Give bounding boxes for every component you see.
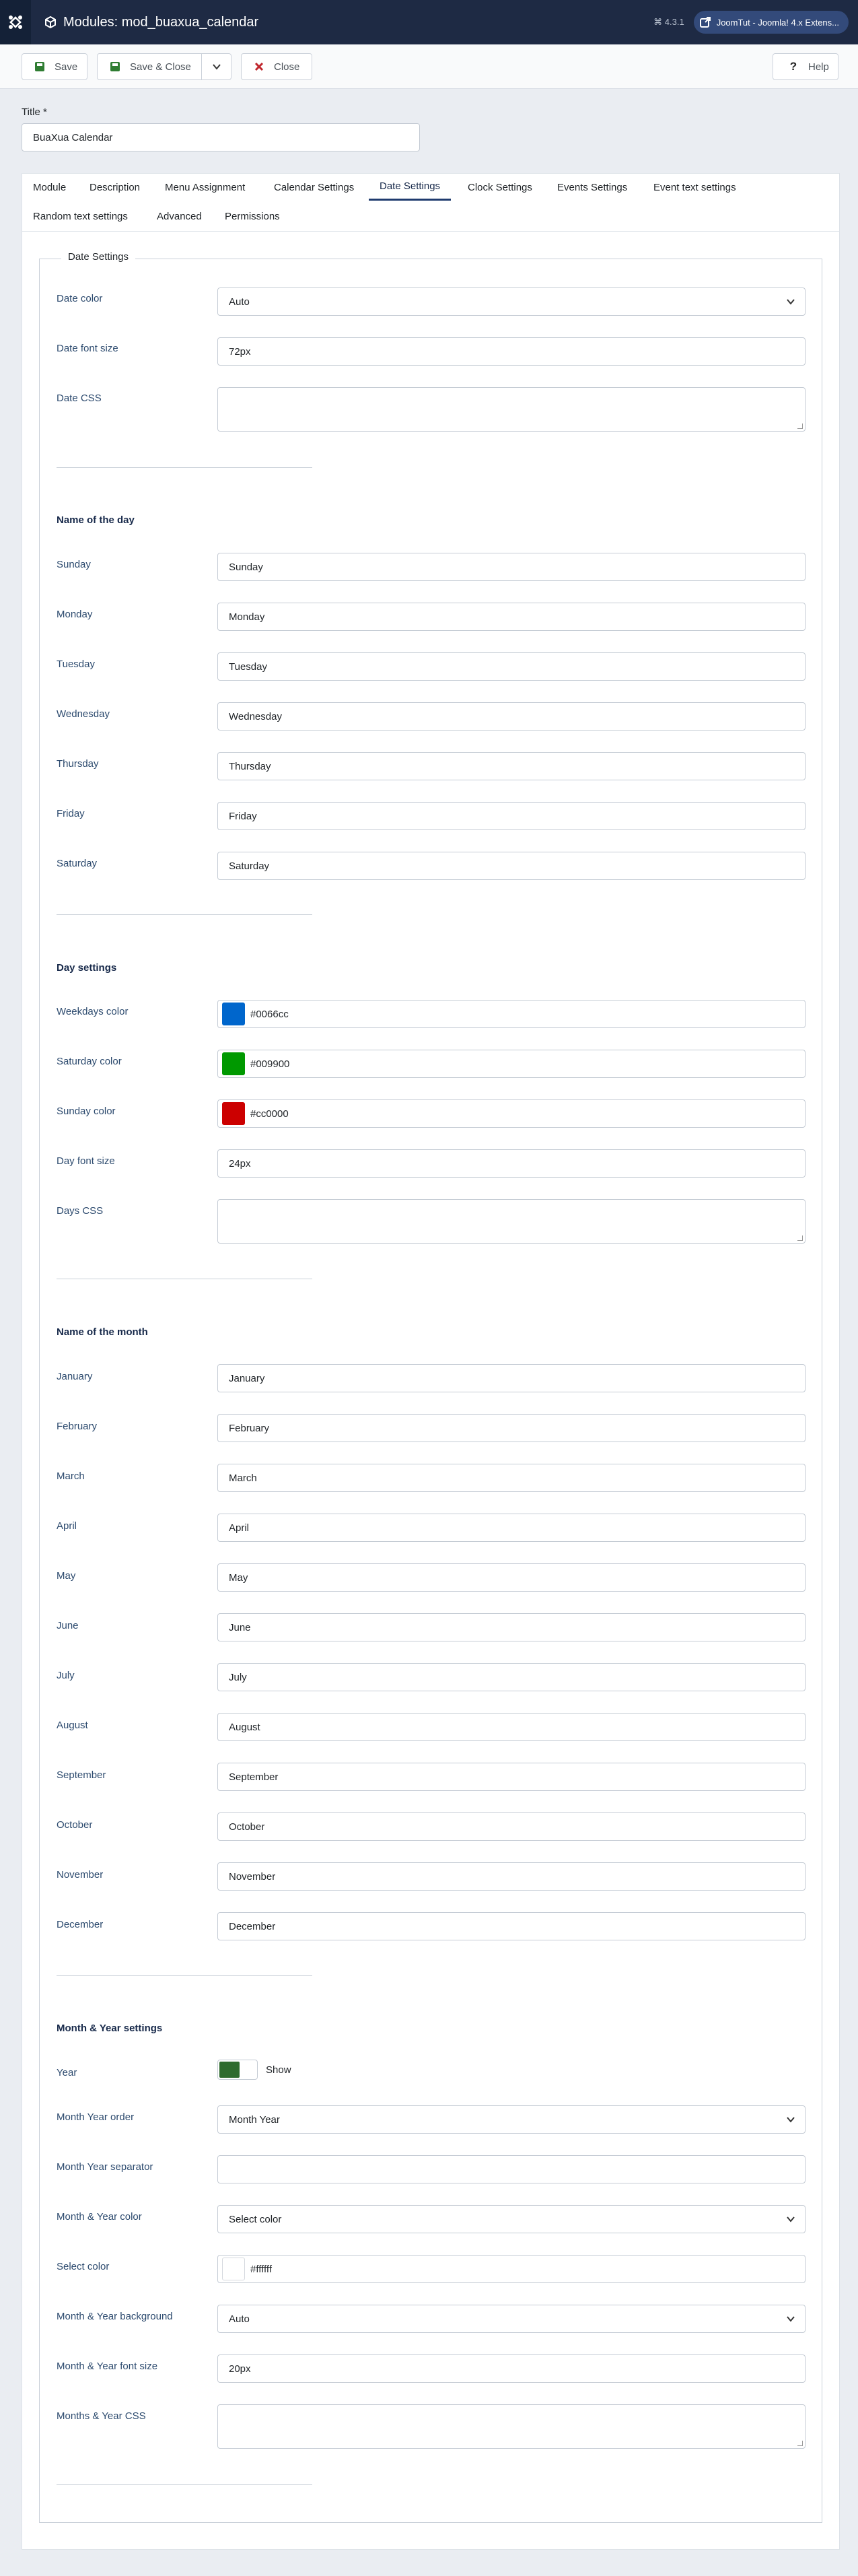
- toggle-knob: [219, 2062, 240, 2078]
- sunday-color-input[interactable]: #cc0000: [217, 1099, 806, 1128]
- days-css-label: Days CSS: [57, 1205, 104, 1217]
- saturday-color-input[interactable]: #009900: [217, 1050, 806, 1078]
- saturday-color-label: Saturday color: [57, 1056, 122, 1067]
- select-color-label: Select color: [57, 2261, 110, 2272]
- date-css-label: Date CSS: [57, 393, 102, 404]
- year-show-toggle[interactable]: [217, 2060, 258, 2080]
- february-label: February: [57, 1421, 98, 1432]
- divider: [57, 914, 312, 915]
- month-year-font-size-input[interactable]: 20px: [217, 2354, 806, 2383]
- weekdays-color-swatch[interactable]: [222, 1003, 245, 1025]
- june-input[interactable]: June: [217, 1613, 806, 1641]
- november-input[interactable]: November: [217, 1862, 806, 1891]
- month-year-order-label: Month Year order: [57, 2111, 135, 2123]
- sunday-label: Sunday: [57, 559, 91, 570]
- date-css-textarea[interactable]: [217, 387, 806, 432]
- saturday-color-swatch[interactable]: [222, 1052, 245, 1075]
- september-label: September: [57, 1769, 106, 1781]
- sunday-color-swatch[interactable]: [222, 1102, 245, 1125]
- saturday-color-value: #009900: [250, 1058, 290, 1070]
- month-year-order-value: Month Year: [229, 2113, 280, 2126]
- july-input[interactable]: July: [217, 1663, 806, 1691]
- select-color-value: #ffffff: [250, 2263, 272, 2275]
- day-font-size-input[interactable]: 24px: [217, 1149, 806, 1178]
- days-css-textarea[interactable]: [217, 1199, 806, 1244]
- august-input[interactable]: August: [217, 1713, 806, 1741]
- year-label: Year: [57, 2067, 77, 2078]
- november-label: November: [57, 1869, 104, 1880]
- february-input[interactable]: February: [217, 1414, 806, 1442]
- july-label: July: [57, 1670, 75, 1681]
- date-color-select[interactable]: Auto: [217, 287, 806, 316]
- sunday-color-value: #cc0000: [250, 1108, 289, 1120]
- january-input[interactable]: January: [217, 1364, 806, 1392]
- chevron-down-icon: [787, 2117, 795, 2123]
- tuesday-input[interactable]: Tuesday: [217, 652, 806, 681]
- weekdays-color-value: #0066cc: [250, 1008, 289, 1020]
- thursday-input[interactable]: Thursday: [217, 752, 806, 780]
- monday-label: Monday: [57, 609, 93, 620]
- select-color-input[interactable]: #ffffff: [217, 2255, 806, 2283]
- section-name-of-day: Name of the day: [57, 514, 135, 526]
- wednesday-label: Wednesday: [57, 708, 110, 720]
- date-color-label: Date color: [57, 293, 103, 304]
- thursday-label: Thursday: [57, 758, 99, 770]
- january-label: January: [57, 1371, 93, 1382]
- month-year-order-select[interactable]: Month Year: [217, 2105, 806, 2134]
- april-label: April: [57, 1520, 77, 1532]
- december-label: December: [57, 1919, 104, 1930]
- march-label: March: [57, 1470, 85, 1482]
- date-color-value: Auto: [229, 296, 250, 308]
- friday-label: Friday: [57, 808, 85, 819]
- march-input[interactable]: March: [217, 1464, 806, 1492]
- april-input[interactable]: April: [217, 1514, 806, 1542]
- saturday-input[interactable]: Saturday: [217, 852, 806, 880]
- section-day-settings: Day settings: [57, 962, 117, 974]
- month-year-separator-input[interactable]: [217, 2155, 806, 2183]
- wednesday-input[interactable]: Wednesday: [217, 702, 806, 731]
- month-year-color-value: Select color: [229, 2213, 282, 2225]
- month-year-background-select[interactable]: Auto: [217, 2305, 806, 2333]
- divider: [57, 2484, 312, 2485]
- weekdays-color-input[interactable]: #0066cc: [217, 1000, 806, 1028]
- select-color-swatch[interactable]: [222, 2258, 245, 2280]
- section-name-of-month: Name of the month: [57, 1326, 148, 1338]
- month-year-font-size-label: Month & Year font size: [57, 2361, 158, 2372]
- chevron-down-icon: [787, 2216, 795, 2223]
- month-year-background-label: Month & Year background: [57, 2311, 173, 2322]
- friday-input[interactable]: Friday: [217, 802, 806, 830]
- october-label: October: [57, 1819, 93, 1831]
- divider: [57, 467, 312, 468]
- october-input[interactable]: October: [217, 1812, 806, 1841]
- september-input[interactable]: September: [217, 1763, 806, 1791]
- monday-input[interactable]: Monday: [217, 603, 806, 631]
- weekdays-color-label: Weekdays color: [57, 1006, 129, 1017]
- day-font-size-label: Day font size: [57, 1155, 115, 1167]
- month-year-color-select[interactable]: Select color: [217, 2205, 806, 2233]
- month-year-color-label: Month & Year color: [57, 2211, 142, 2223]
- chevron-down-icon: [787, 2316, 795, 2322]
- chevron-down-icon: [787, 299, 795, 305]
- sunday-input[interactable]: Sunday: [217, 553, 806, 581]
- may-label: May: [57, 1570, 76, 1582]
- august-label: August: [57, 1720, 88, 1731]
- saturday-label: Saturday: [57, 858, 98, 869]
- section-month-year-settings: Month & Year settings: [57, 2023, 163, 2034]
- tuesday-label: Tuesday: [57, 658, 95, 670]
- june-label: June: [57, 1620, 79, 1631]
- sunday-color-label: Sunday color: [57, 1106, 116, 1117]
- may-input[interactable]: May: [217, 1563, 806, 1592]
- month-year-background-value: Auto: [229, 2313, 250, 2325]
- year-toggle-label: Show: [266, 2064, 291, 2076]
- divider: [57, 1975, 312, 1976]
- month-year-separator-label: Month Year separator: [57, 2161, 153, 2173]
- months-year-css-textarea[interactable]: [217, 2404, 806, 2449]
- december-input[interactable]: December: [217, 1912, 806, 1940]
- date-font-size-input[interactable]: 72px: [217, 337, 806, 366]
- date-font-size-label: Date font size: [57, 343, 118, 354]
- months-year-css-label: Months & Year CSS: [57, 2410, 146, 2422]
